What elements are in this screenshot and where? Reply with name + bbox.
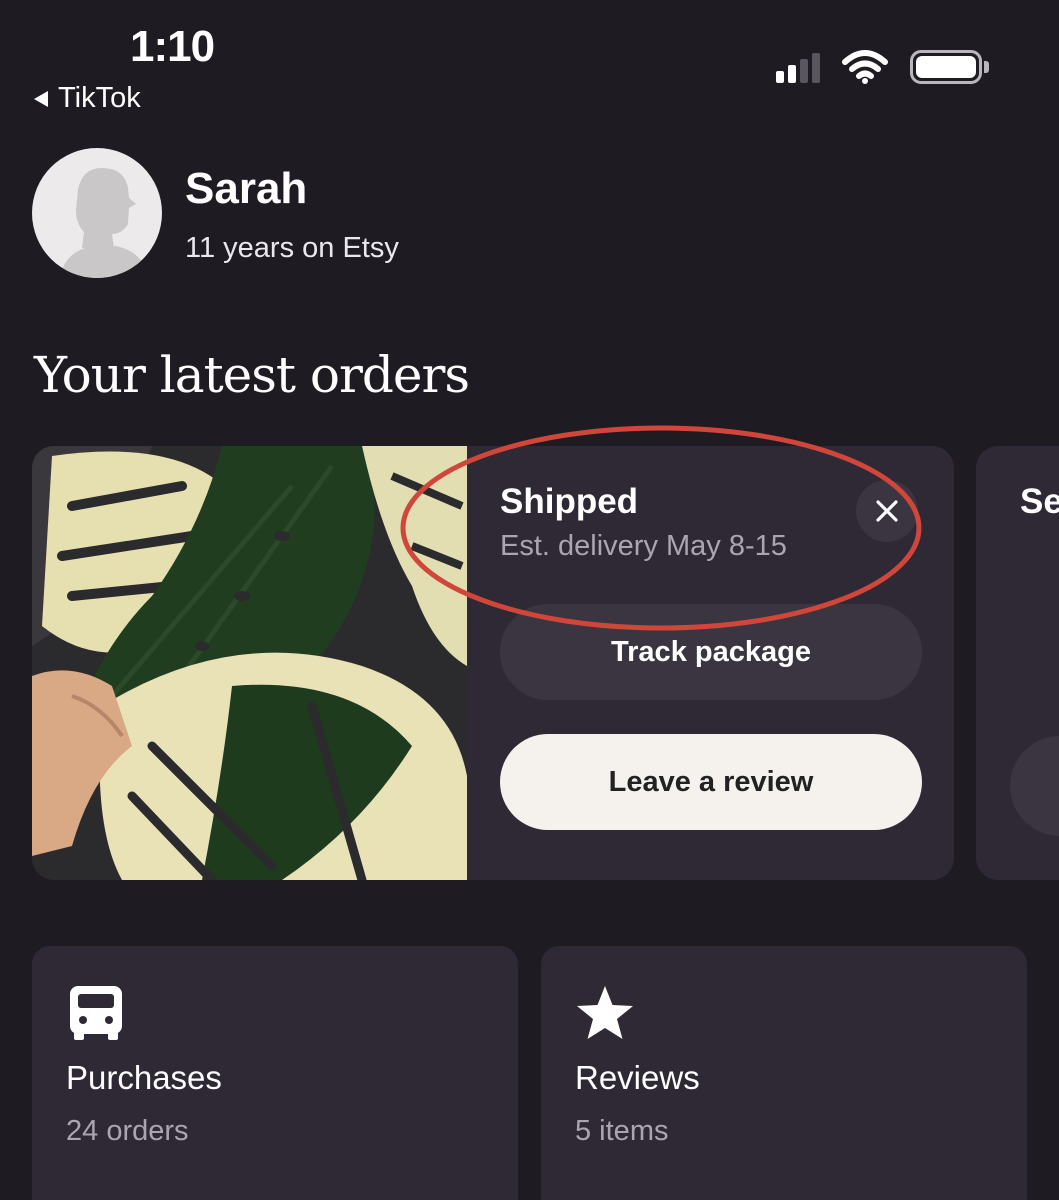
order-delivery-estimate: Est. delivery May 8-15 [500, 530, 787, 562]
close-icon [876, 500, 898, 522]
leave-review-button[interactable]: Leave a review [500, 734, 922, 830]
reviews-count: 5 items [575, 1115, 669, 1147]
default-avatar-icon [60, 168, 148, 278]
section-title: Your latest orders [34, 346, 470, 404]
dismiss-button[interactable] [856, 480, 918, 542]
profile-membership: 11 years on Etsy [185, 232, 399, 264]
reviews-title: Reviews [575, 1059, 700, 1096]
purchases-title: Purchases [66, 1059, 222, 1096]
cellular-signal-icon [776, 51, 820, 83]
battery-icon [910, 50, 989, 84]
back-app-label: TikTok [58, 82, 141, 114]
purchases-count: 24 orders [66, 1115, 189, 1147]
back-to-app-link[interactable]: TikTok [34, 82, 141, 115]
track-package-button[interactable]: Track package [500, 604, 922, 700]
next-order-status: Se [1020, 482, 1059, 521]
order-product-image[interactable] [32, 446, 467, 880]
status-icons [776, 50, 989, 84]
purchases-tile[interactable]: Purchases 24 orders [32, 946, 518, 1200]
order-card[interactable]: Shipped Est. delivery May 8-15 Track pac… [32, 446, 954, 880]
truck-icon [70, 986, 122, 1040]
order-status: Shipped [500, 482, 639, 521]
next-order-action-button[interactable] [1010, 736, 1059, 836]
profile-name: Sarah [185, 164, 308, 213]
wifi-icon [842, 50, 888, 84]
monstera-plant-image [32, 446, 467, 880]
star-icon [577, 986, 633, 1039]
reviews-tile[interactable]: Reviews 5 items [541, 946, 1027, 1200]
back-arrow-icon [34, 90, 48, 107]
avatar[interactable] [32, 148, 162, 278]
status-time: 1:10 [130, 22, 215, 71]
next-order-card[interactable]: Se [976, 446, 1059, 880]
